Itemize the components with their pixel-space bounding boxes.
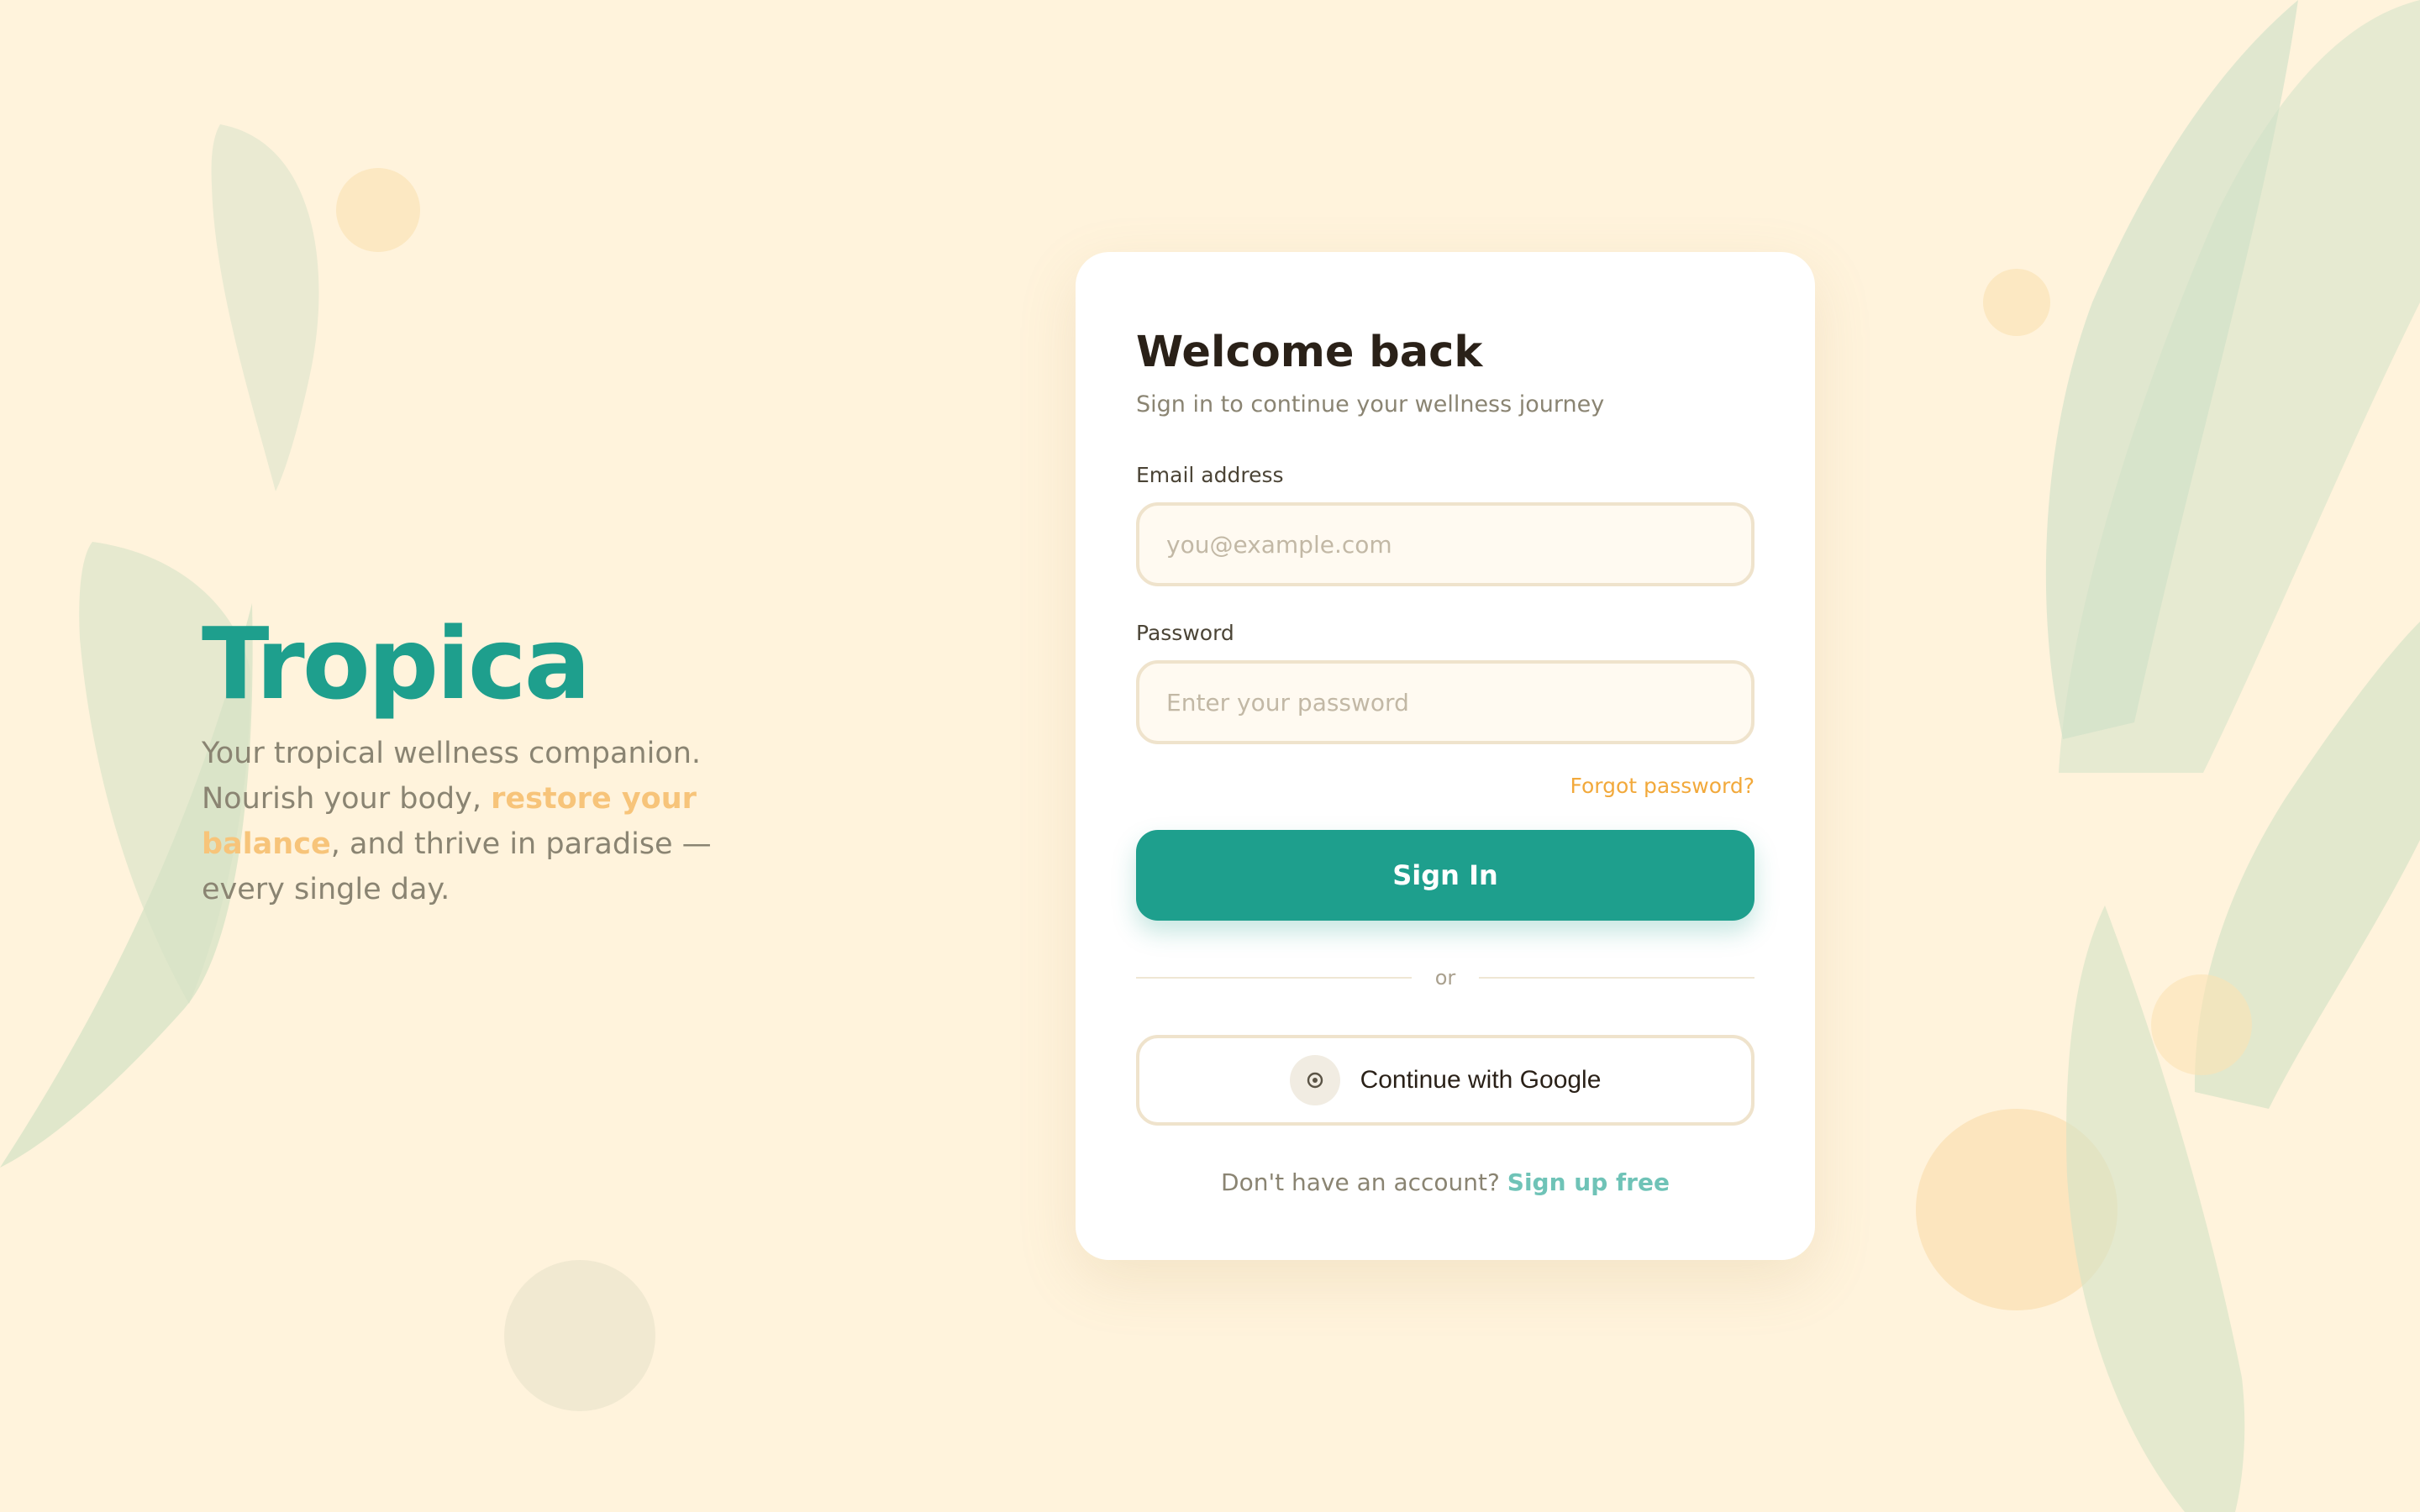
password-label: Password [1136,621,1234,645]
forgot-row: Forgot password? [1136,773,1755,800]
leaf-shape [2066,906,2245,1512]
sun-circle [1983,269,2050,336]
leaf-shape [211,124,319,491]
sun-circle [504,1260,655,1411]
card-subtitle: Sign in to continue your wellness journe… [1136,391,1605,417]
leaf-shape [2194,622,2420,1109]
brand-title: Tropica [202,606,591,722]
login-card: Welcome back Sign in to continue your we… [1076,252,1815,1260]
forgot-password-link[interactable]: Forgot password? [1570,774,1755,798]
sign-in-button[interactable]: Sign In [1136,830,1754,921]
sign-up-link[interactable]: Sign up free [1507,1168,1670,1196]
sun-circle [1916,1109,2118,1310]
signup-prompt: Don't have an account? [1221,1168,1500,1196]
or-divider: or [1136,964,1754,991]
google-signin-button[interactable]: Continue with Google [1136,1035,1754,1126]
google-button-label: Continue with Google [1360,1066,1602,1094]
card-title: Welcome back [1136,328,1483,377]
divider-text: or [1434,966,1456,990]
divider-line [1479,977,1754,979]
brand-section: Tropica Your tropical wellness companion… [202,605,723,912]
brand-tagline: Your tropical wellness companion. Nouris… [202,731,723,912]
sun-circle [336,168,420,252]
leaf-shape [2045,0,2298,739]
divider-line [1136,977,1412,979]
email-input[interactable] [1136,502,1754,586]
circle-dot-icon [1289,1055,1340,1105]
password-input[interactable] [1136,660,1754,744]
signup-row: Don't have an account? Sign up free [1136,1168,1754,1198]
leaf-shape [2059,0,2420,773]
email-label: Email address [1136,463,1284,487]
sun-circle [2151,974,2252,1075]
